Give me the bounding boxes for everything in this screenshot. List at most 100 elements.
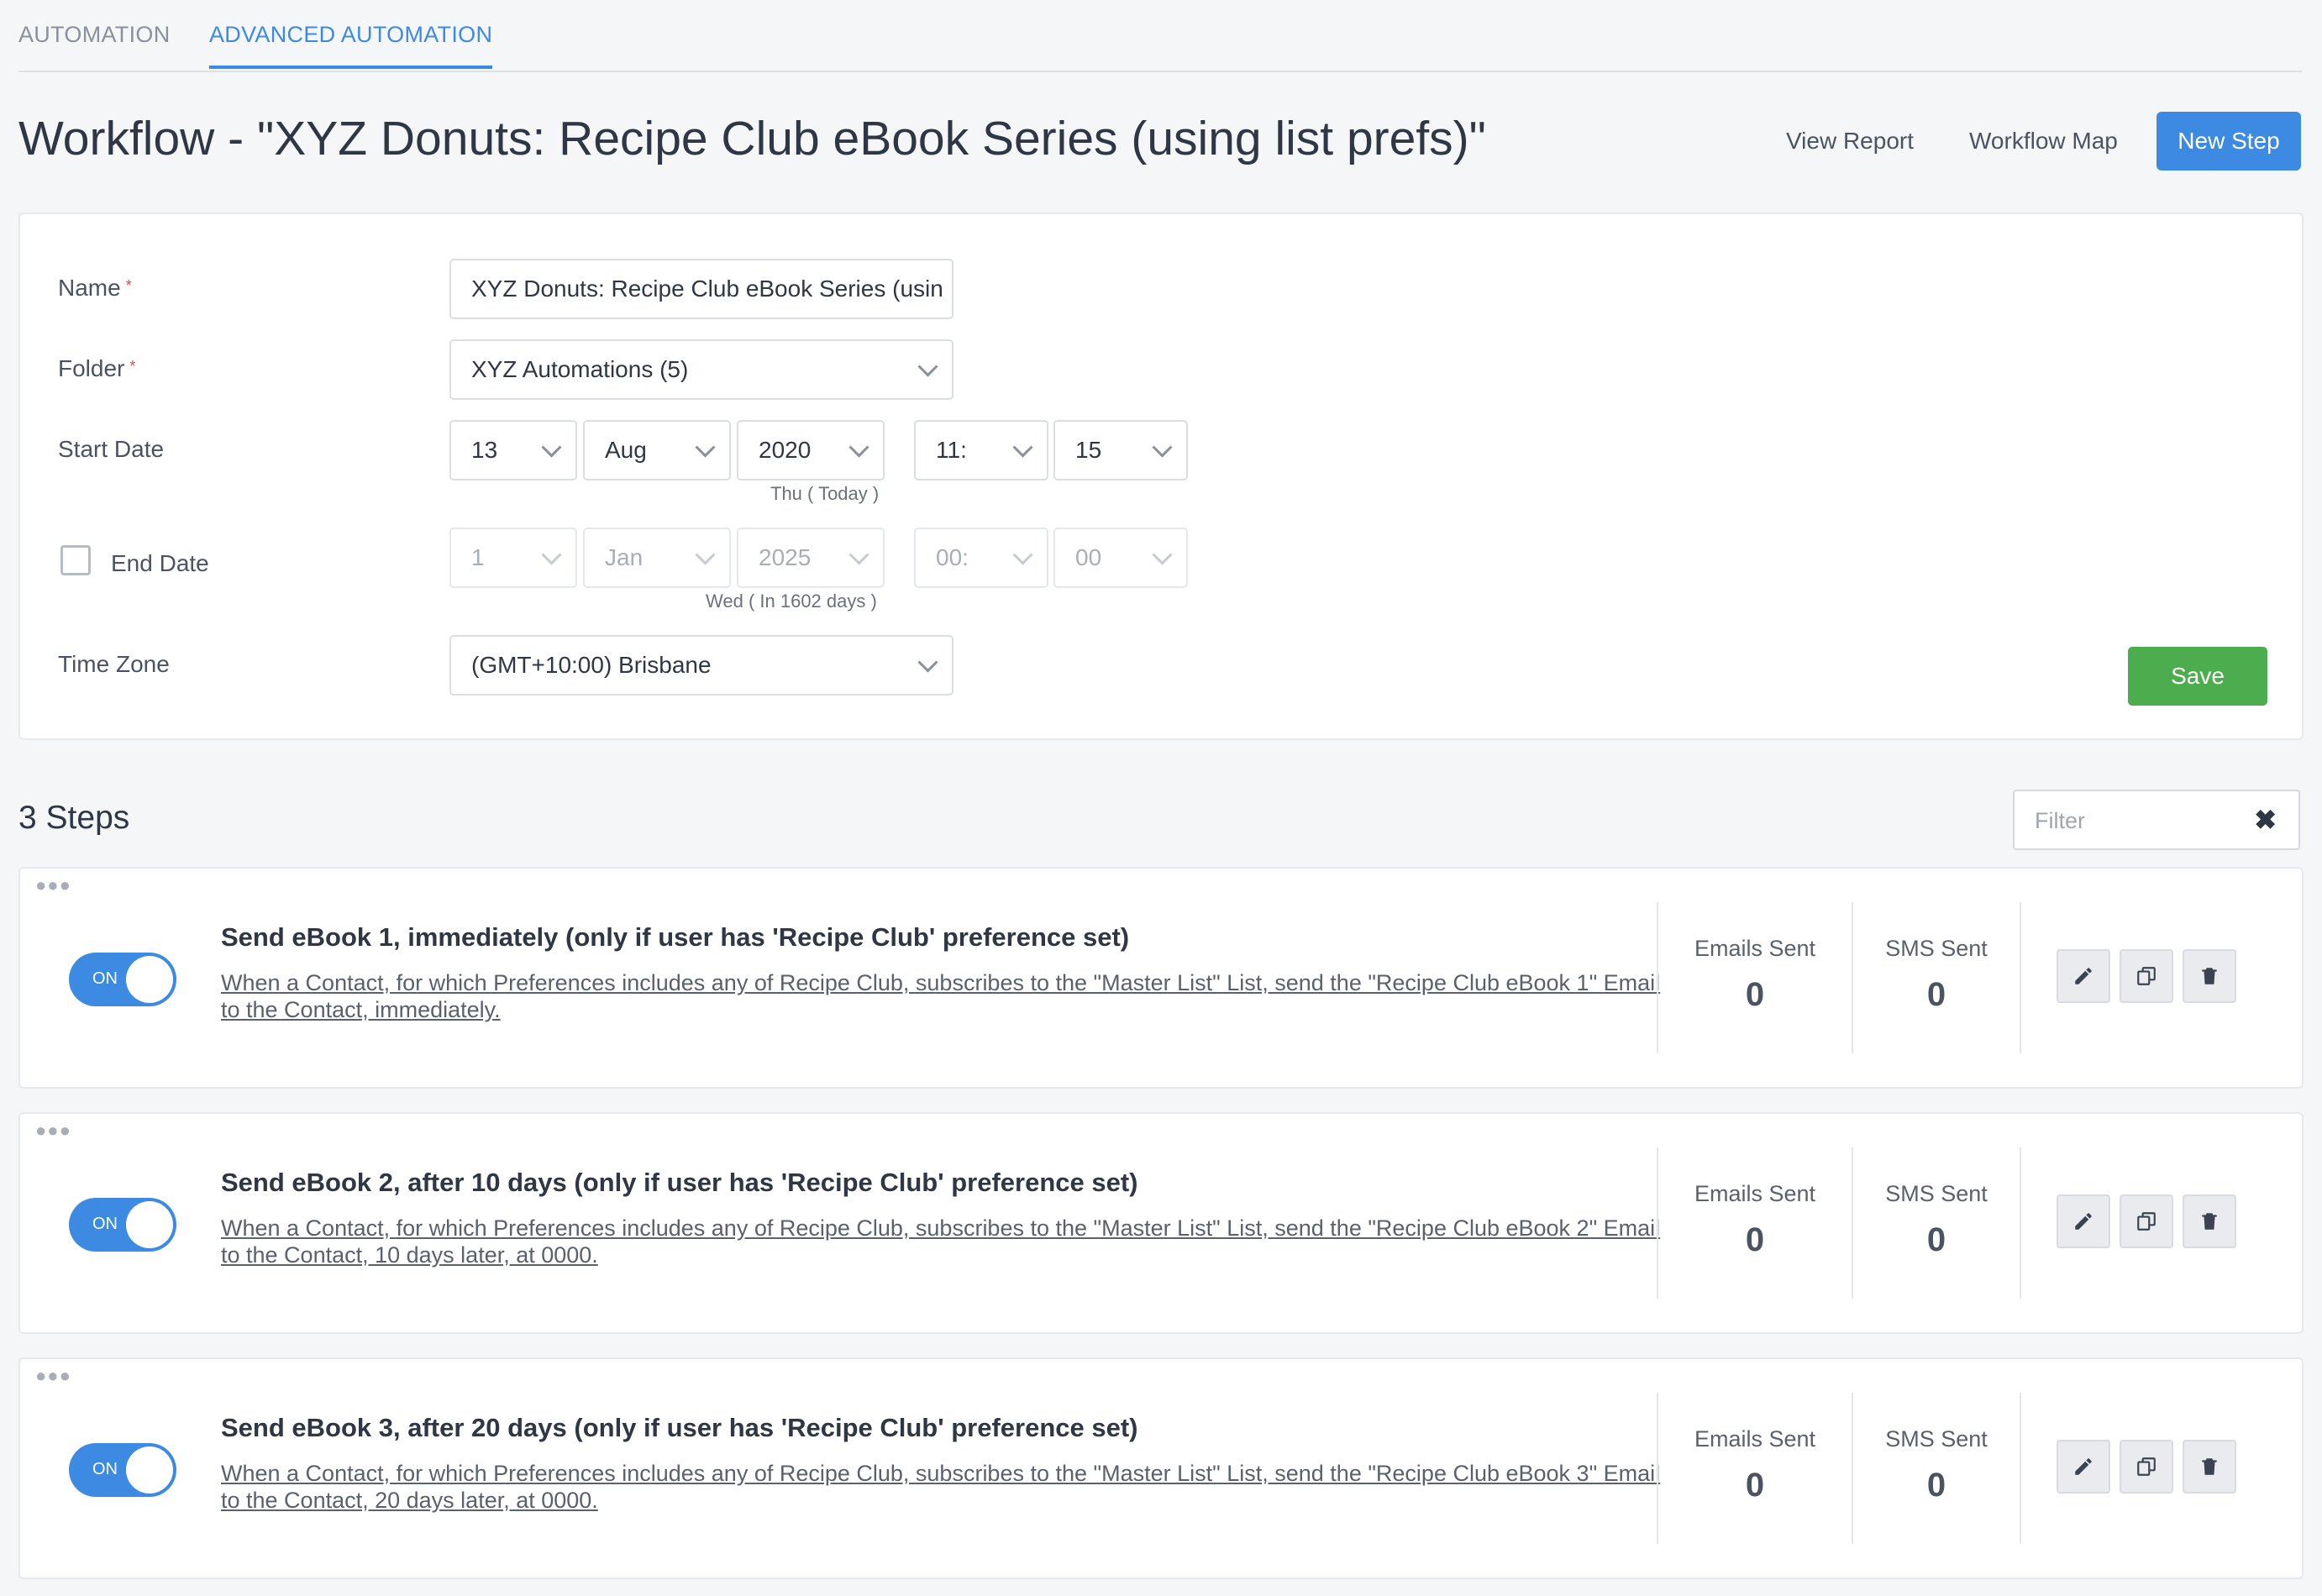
toggle-knob <box>126 956 173 1003</box>
start-hour-select[interactable]: 11: <box>914 420 1048 480</box>
step-card: ●●● ON Send eBook 2, after 10 days (only… <box>18 1112 2304 1334</box>
name-label: Name * <box>58 275 132 301</box>
step-description-link[interactable]: When a Contact, for which Preferences in… <box>221 1460 1666 1514</box>
step-description-link[interactable]: When a Contact, for which Preferences in… <box>221 1215 1666 1268</box>
copy-step-button[interactable] <box>2120 1194 2173 1248</box>
end-year-value: 2025 <box>759 544 812 570</box>
sms-sent-value: 0 <box>1926 1467 1946 1504</box>
chevron-down-icon <box>848 437 869 458</box>
view-report-link[interactable]: View Report <box>1786 128 1914 155</box>
step-toggle[interactable]: ON <box>69 1198 176 1252</box>
edit-icon <box>2075 1213 2092 1230</box>
toggle-label: ON <box>92 969 118 988</box>
time-zone-value: (GMT+10:00) Brisbane <box>471 652 712 678</box>
emails-sent-value: 0 <box>1745 1221 1765 1258</box>
start-hour-value: 11: <box>936 437 967 463</box>
end-date-label: End Date <box>111 550 209 576</box>
edit-step-button[interactable] <box>2057 1440 2110 1494</box>
end-minute-value: 00 <box>1075 544 1102 570</box>
start-date-hint: Thu ( Today ) <box>770 483 880 504</box>
step-title: Send eBook 2, after 10 days (only if use… <box>221 1168 1138 1197</box>
steps-count-title: 3 Steps <box>18 800 130 836</box>
end-minute-select: 00 <box>1053 528 1188 588</box>
time-zone-select[interactable]: (GMT+10:00) Brisbane <box>449 635 953 696</box>
chevron-down-icon <box>695 437 716 458</box>
step-toggle[interactable]: ON <box>69 1443 176 1497</box>
step-card: ●●● ON Send eBook 3, after 20 days (only… <box>18 1357 2304 1579</box>
page: AUTOMATION ADVANCED AUTOMATION Workflow … <box>0 0 2322 1596</box>
new-step-button[interactable]: New Step <box>2157 112 2301 171</box>
workflow-settings-card: Name * XYZ Donuts: Recipe Club eBook Seri… <box>18 213 2304 740</box>
chevron-down-icon <box>848 544 869 565</box>
filter-input[interactable] <box>2015 791 2263 850</box>
divider <box>2020 1393 2021 1544</box>
folder-label: Folder * <box>58 355 136 381</box>
start-minute-value: 15 <box>1075 437 1102 463</box>
chevron-down-icon <box>541 437 562 458</box>
emails-sent-label: Emails Sent <box>1694 936 1816 961</box>
chevron-down-icon <box>1012 437 1033 458</box>
toggle-label: ON <box>92 1215 118 1233</box>
chevron-down-icon <box>1152 437 1173 458</box>
tab-automation[interactable]: AUTOMATION <box>18 22 171 48</box>
edit-step-button[interactable] <box>2057 949 2110 1003</box>
trash-icon <box>2202 968 2217 984</box>
end-month-select: Jan <box>583 528 731 588</box>
start-year-value: 2020 <box>759 437 812 463</box>
required-mark: * <box>125 277 132 294</box>
required-mark: * <box>129 358 136 375</box>
chevron-down-icon <box>917 356 938 377</box>
sms-sent-label: SMS Sent <box>1885 1426 1988 1452</box>
chevron-down-icon <box>917 652 938 673</box>
drag-handle-icon[interactable]: ●●● <box>35 1121 71 1140</box>
save-button[interactable]: Save <box>2128 647 2267 706</box>
folder-select-value: XYZ Automations (5) <box>471 356 689 382</box>
name-input[interactable]: XYZ Donuts: Recipe Club eBook Series (us… <box>449 259 953 319</box>
copy-step-button[interactable] <box>2120 949 2173 1003</box>
page-title: Workflow - "XYZ Donuts: Recipe Club eBoo… <box>18 112 1486 165</box>
delete-step-button[interactable] <box>2183 1194 2236 1248</box>
time-zone-label: Time Zone <box>58 651 170 677</box>
end-date-checkbox[interactable] <box>60 545 91 575</box>
emails-sent-label: Emails Sent <box>1694 1181 1816 1206</box>
step-card: ●●● ON Send eBook 1, immediately (only i… <box>18 867 2304 1089</box>
start-minute-select[interactable]: 15 <box>1053 420 1188 480</box>
filter-box: ✖ <box>2013 790 2300 850</box>
end-year-select: 2025 <box>737 528 885 588</box>
end-hour-select: 00: <box>914 528 1048 588</box>
end-hour-value: 00: <box>936 544 969 570</box>
start-day-value: 13 <box>471 437 498 463</box>
sms-sent-label: SMS Sent <box>1885 936 1988 961</box>
end-date-hint: Wed ( In 1602 days ) <box>706 591 877 612</box>
chevron-down-icon <box>1012 544 1033 565</box>
delete-step-button[interactable] <box>2183 1440 2236 1494</box>
drag-handle-icon[interactable]: ●●● <box>35 876 71 895</box>
start-day-select[interactable]: 13 <box>449 420 577 480</box>
edit-step-button[interactable] <box>2057 1194 2110 1248</box>
trash-icon <box>2202 1213 2217 1230</box>
delete-step-button[interactable] <box>2183 949 2236 1003</box>
chevron-down-icon <box>695 544 716 565</box>
copy-step-button[interactable] <box>2120 1440 2173 1494</box>
trash-icon <box>2202 1458 2217 1475</box>
start-month-select[interactable]: Aug <box>583 420 731 480</box>
step-description-link[interactable]: When a Contact, for which Preferences in… <box>221 969 1666 1023</box>
emails-sent-value: 0 <box>1745 976 1765 1013</box>
copy-icon <box>2137 1457 2156 1476</box>
chevron-down-icon <box>1152 544 1173 565</box>
workflow-map-link[interactable]: Workflow Map <box>1969 128 2118 155</box>
toggle-knob <box>126 1201 173 1248</box>
folder-select[interactable]: XYZ Automations (5) <box>449 339 953 400</box>
tab-advanced-automation[interactable]: ADVANCED AUTOMATION <box>209 22 493 69</box>
copy-icon <box>2137 967 2156 985</box>
start-year-select[interactable]: 2020 <box>737 420 885 480</box>
toggle-knob <box>126 1446 173 1494</box>
step-toggle[interactable]: ON <box>69 953 176 1006</box>
sms-sent-value: 0 <box>1926 1221 1946 1258</box>
emails-sent-label: Emails Sent <box>1694 1426 1816 1452</box>
close-icon[interactable]: ✖ <box>2254 806 2277 833</box>
step-title: Send eBook 3, after 20 days (only if use… <box>221 1413 1138 1442</box>
drag-handle-icon[interactable]: ●●● <box>35 1367 71 1385</box>
edit-icon <box>2075 1458 2092 1475</box>
end-month-value: Jan <box>605 544 644 570</box>
